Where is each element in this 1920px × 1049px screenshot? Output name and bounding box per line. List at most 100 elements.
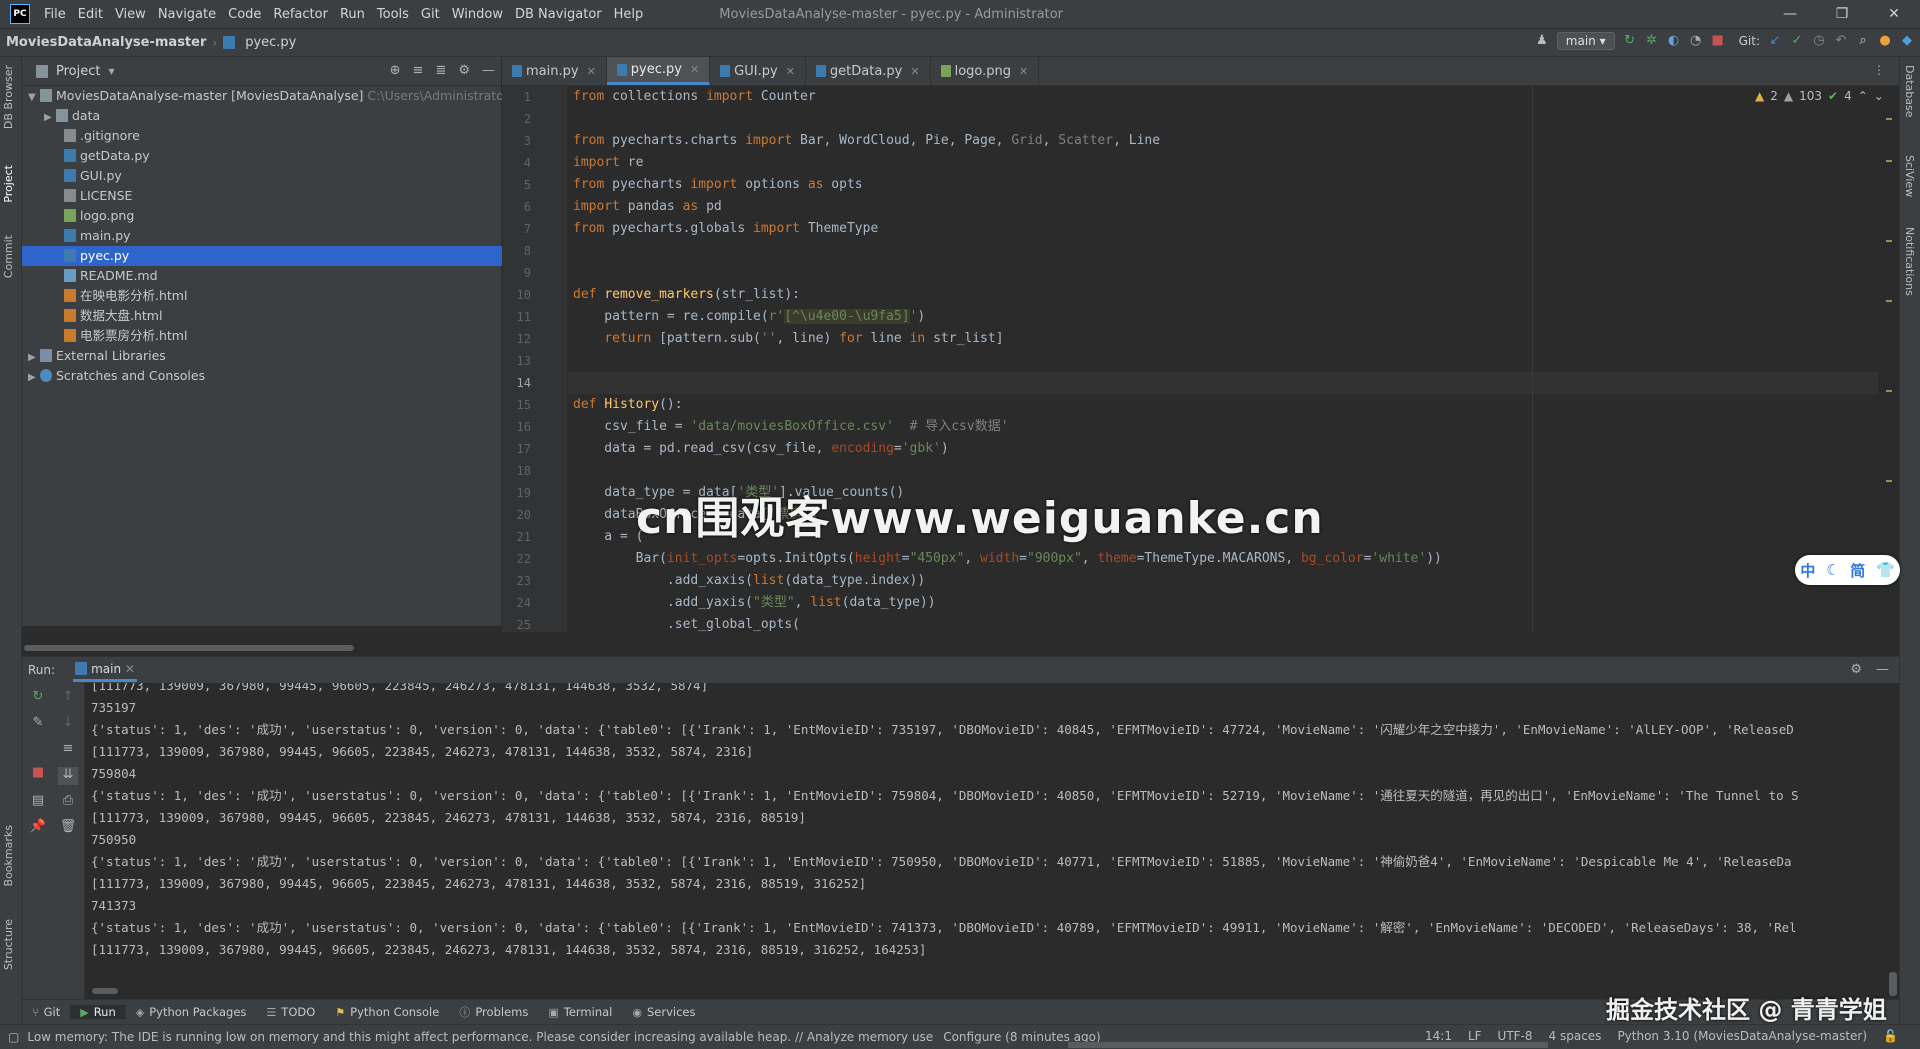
tooltab-problems[interactable]: ⓘ Problems — [449, 1004, 538, 1020]
git-commit-icon[interactable]: ✓ — [1790, 34, 1804, 48]
tab-commit[interactable]: Commit — [2, 235, 15, 278]
pin-icon[interactable]: 📌 — [28, 819, 48, 837]
ime-language[interactable]: 中 — [1800, 560, 1815, 581]
tree-item-scratches[interactable]: ▶ Scratches and Consoles — [22, 366, 507, 386]
scroll-to-end-icon[interactable]: ⇊ — [58, 767, 78, 785]
stop-icon[interactable]: ■ — [28, 765, 48, 783]
chevron-down-icon[interactable]: ▾ — [108, 64, 114, 78]
tooltab-python-console[interactable]: ⚑ Python Console — [325, 1005, 449, 1019]
menu-db-navigator[interactable]: DB Navigator — [509, 7, 608, 22]
arrow-down-icon[interactable]: ↓ — [58, 715, 78, 733]
layout-icon[interactable]: ▢ — [8, 1030, 19, 1044]
tree-item-gui-py[interactable]: GUI.py — [22, 166, 543, 186]
ime-variant[interactable]: 简 — [1850, 560, 1865, 581]
tab-pyec-py[interactable]: pyec.py ✕ — [606, 57, 711, 85]
caret-position[interactable]: 14:1 — [1425, 1029, 1452, 1043]
tab-structure[interactable]: Structure — [2, 919, 15, 970]
close-tab-icon[interactable]: ✕ — [125, 662, 135, 676]
rerun-icon[interactable]: ↻ — [28, 689, 48, 707]
expand-all-icon[interactable]: ≡ — [413, 63, 424, 78]
tree-item-pyec-py[interactable]: pyec.py — [22, 246, 543, 266]
menu-run[interactable]: Run — [334, 7, 371, 22]
close-tab-icon[interactable]: ✕ — [786, 65, 795, 78]
search-icon[interactable]: ⌕ — [1856, 34, 1870, 48]
tab-database[interactable]: Database — [1903, 65, 1916, 118]
git-update-icon[interactable]: ↙ — [1768, 34, 1782, 48]
tooltab-python-packages[interactable]: ◈ Python Packages — [126, 1005, 257, 1019]
chevron-right-icon[interactable]: ▶ — [44, 108, 56, 128]
close-tab-icon[interactable]: ✕ — [587, 65, 596, 78]
tree-item-html-2[interactable]: 数据大盘.html — [22, 306, 543, 326]
collapse-all-icon[interactable]: ≣ — [435, 63, 446, 78]
tab-gui-py[interactable]: GUI.py ✕ — [710, 57, 806, 85]
menu-window[interactable]: Window — [446, 7, 509, 22]
stripe-mark[interactable] — [1886, 300, 1892, 302]
tree-item-html-1[interactable]: 在映电影分析.html — [22, 286, 543, 306]
menu-refactor[interactable]: Refactor — [267, 7, 334, 22]
tree-item-readme[interactable]: README.md — [22, 266, 543, 286]
wrench-icon[interactable]: ✎ — [28, 715, 48, 733]
tooltab-services[interactable]: ◉ Services — [622, 1005, 705, 1019]
menu-file[interactable]: File — [38, 7, 72, 22]
close-icon[interactable]: ✕ — [1868, 0, 1920, 28]
tree-item-html-3[interactable]: 电影票房分析.html — [22, 326, 543, 346]
update-icon[interactable]: ● — [1878, 34, 1892, 48]
tooltab-todo[interactable]: ☰ TODO — [256, 1005, 325, 1019]
code-editor[interactable]: from collections import Counter from pye… — [568, 86, 1899, 632]
menu-help[interactable]: Help — [608, 7, 650, 22]
breadcrumb-file[interactable]: pyec.py — [239, 35, 302, 50]
chevron-down-icon[interactable]: ⌄ — [1874, 89, 1884, 103]
breadcrumb-project[interactable]: MoviesDataAnalyse-master — [0, 35, 212, 50]
tab-getdata-py[interactable]: getData.py ✕ — [806, 57, 931, 85]
tree-item-external-libraries[interactable]: ▶ External Libraries — [22, 346, 507, 366]
tree-item-main-py[interactable]: main.py — [22, 226, 543, 246]
minimize-icon[interactable]: — — [1764, 0, 1816, 28]
soft-wrap-icon[interactable]: ≡ — [58, 741, 78, 759]
menu-tools[interactable]: Tools — [371, 7, 415, 22]
chevron-down-icon[interactable]: ▼ — [28, 88, 40, 108]
menu-view[interactable]: View — [109, 7, 152, 22]
console-vertical-scrollbar[interactable] — [1889, 972, 1897, 996]
tree-item-gitignore[interactable]: .gitignore — [22, 126, 543, 146]
tree-item-logo-png[interactable]: logo.png — [22, 206, 543, 226]
line-separator[interactable]: LF — [1468, 1029, 1482, 1043]
menu-navigate[interactable]: Navigate — [152, 7, 222, 22]
run-config-selector[interactable]: main ▾ — [1556, 32, 1615, 50]
project-panel-title[interactable]: Project — [56, 64, 100, 79]
lock-icon[interactable]: 🔓 — [1883, 1029, 1898, 1043]
tab-main-py[interactable]: main.py ✕ — [502, 57, 607, 85]
tree-root[interactable]: ▼ MoviesDataAnalyse-master [MoviesDataAna… — [22, 86, 513, 108]
chevron-right-icon[interactable]: ▶ — [28, 348, 40, 368]
indent-setting[interactable]: 4 spaces — [1549, 1029, 1602, 1043]
hide-icon[interactable]: — — [482, 63, 495, 78]
layout-icon[interactable]: ▤ — [28, 793, 48, 811]
moon-icon[interactable]: ☾ — [1826, 561, 1839, 579]
close-tab-icon[interactable]: ✕ — [910, 65, 919, 78]
run-console[interactable]: [111773, 139009, 367980, 99445, 96605, 2… — [85, 683, 1899, 999]
tab-sciview[interactable]: SciView — [1903, 155, 1916, 197]
close-tab-icon[interactable]: ✕ — [1019, 65, 1028, 78]
trash-icon[interactable]: 🗑 — [58, 819, 78, 837]
status-message[interactable]: Low memory: The IDE is running low on me… — [27, 1030, 933, 1044]
rerun-icon[interactable]: ↻ — [1623, 34, 1637, 48]
memory-indicator[interactable] — [1068, 1042, 1548, 1048]
menu-code[interactable]: Code — [222, 7, 267, 22]
tree-item-license[interactable]: LICENSE — [22, 186, 543, 206]
menu-edit[interactable]: Edit — [72, 7, 109, 22]
chevron-right-icon[interactable]: ▶ — [28, 368, 40, 388]
tab-bookmarks[interactable]: Bookmarks — [2, 825, 15, 886]
arrow-up-icon[interactable]: ↑ — [58, 689, 78, 707]
inspection-widget[interactable]: ▲ 2 ▲ 103 ✔ 4 ⌃ ⌄ — [1755, 89, 1884, 103]
git-history-icon[interactable]: ◷ — [1812, 34, 1826, 48]
hide-icon[interactable]: — — [1876, 662, 1889, 677]
ime-toolbar[interactable]: 中 ☾ 简 👕 — [1795, 555, 1900, 585]
tab-db-browser[interactable]: DB Browser — [2, 65, 15, 129]
profile-icon[interactable]: ◔ — [1689, 34, 1703, 48]
stripe-mark[interactable] — [1886, 118, 1892, 120]
locate-icon[interactable]: ⊕ — [390, 63, 401, 78]
gear-icon[interactable]: ⚙ — [1850, 662, 1862, 677]
interpreter[interactable]: Python 3.10 (MoviesDataAnalyse-master) — [1617, 1029, 1867, 1043]
tree-item-data[interactable]: ▶ data — [22, 106, 523, 126]
tooltab-terminal[interactable]: ▣ Terminal — [538, 1005, 622, 1019]
stripe-mark[interactable] — [1886, 240, 1892, 242]
